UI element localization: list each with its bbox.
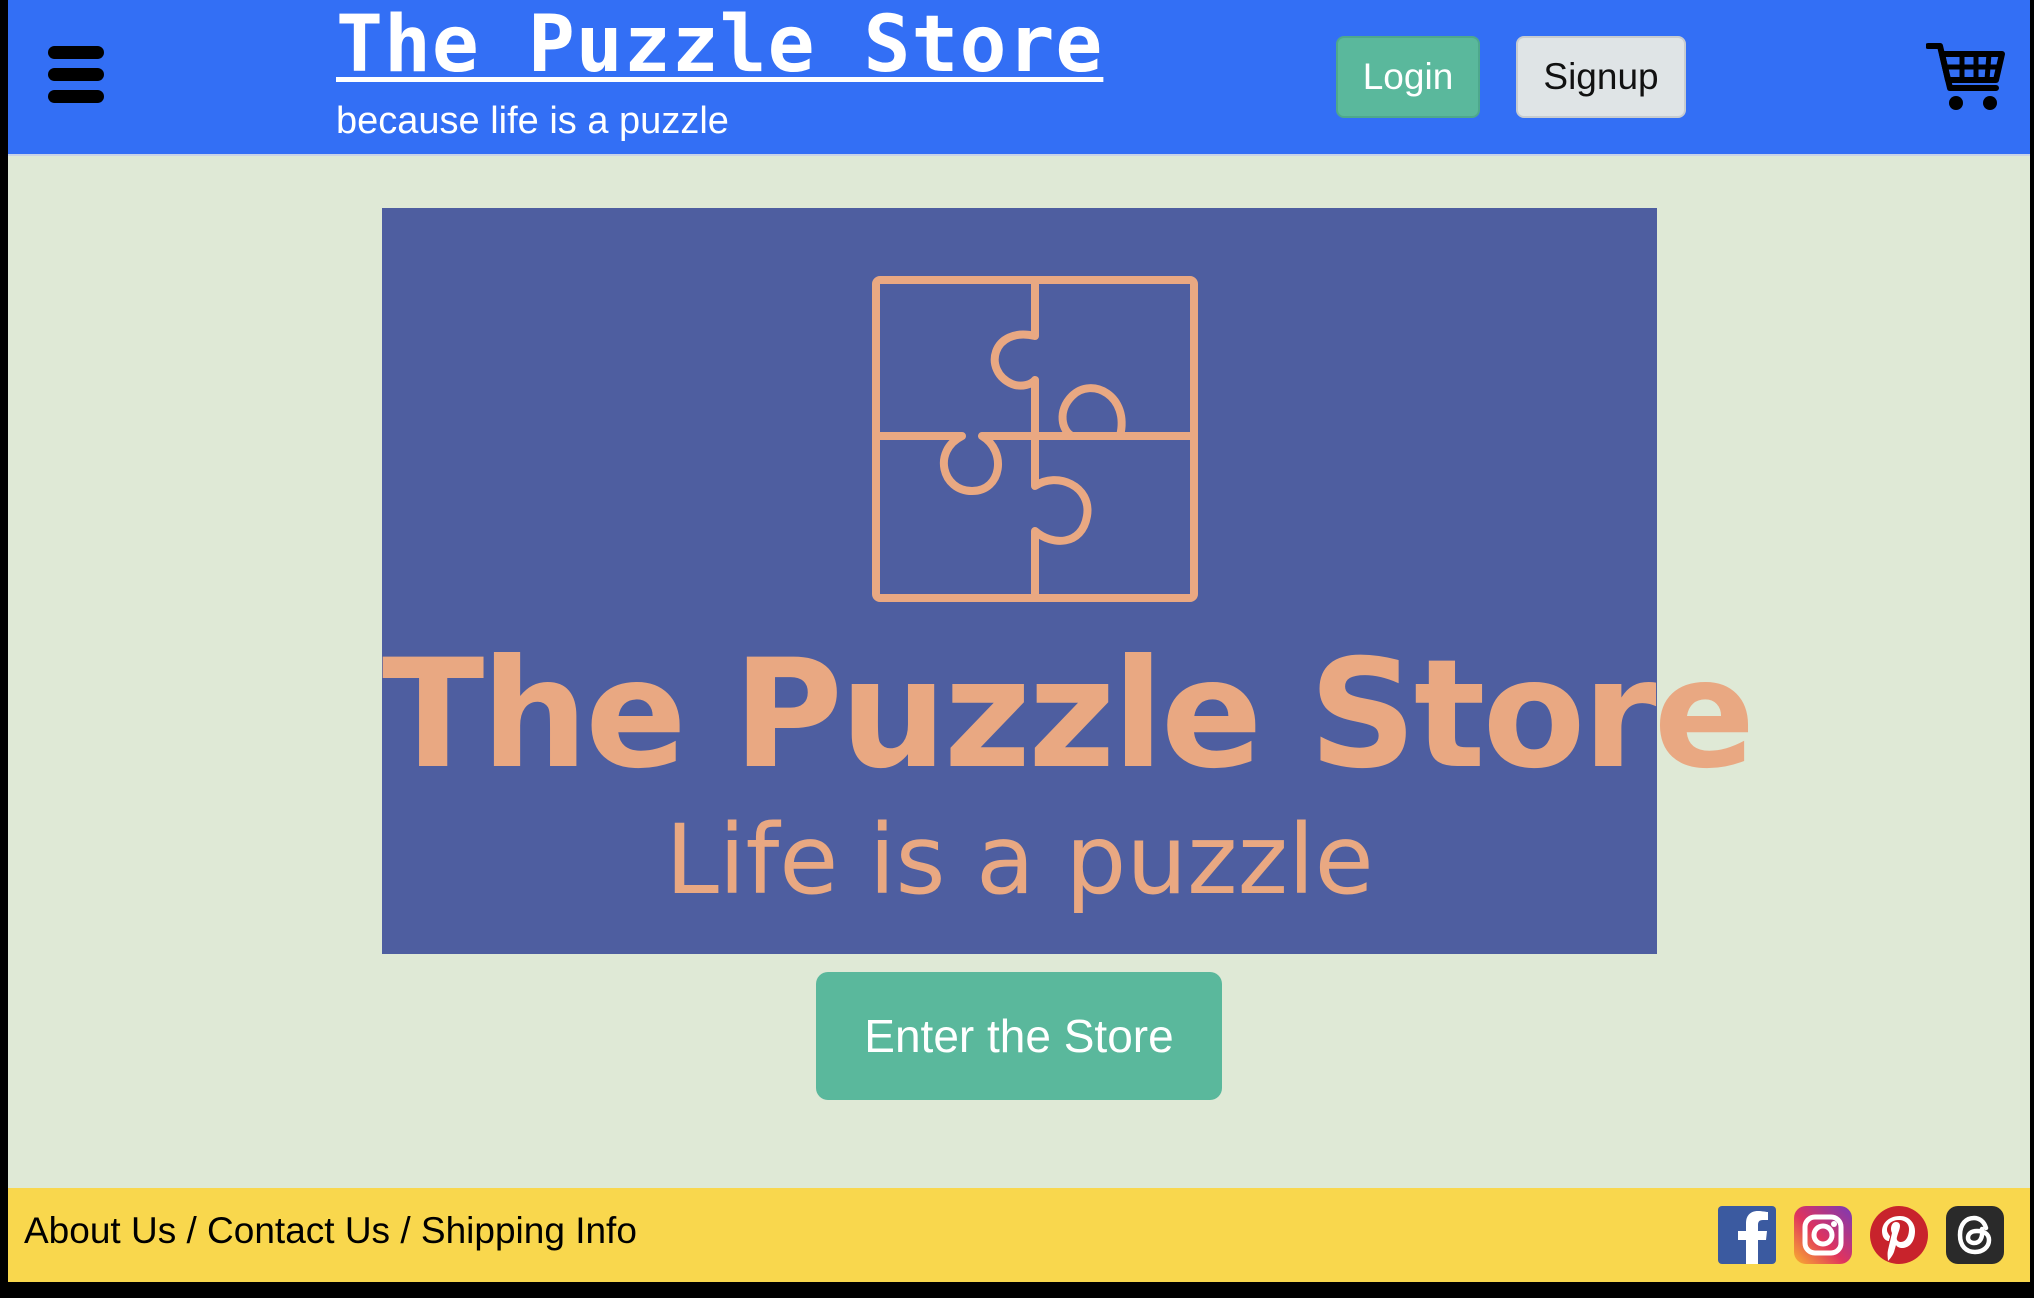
- facebook-icon[interactable]: [1718, 1206, 1776, 1264]
- page: The Puzzle Store because life is a puzzl…: [8, 0, 2030, 1282]
- threads-icon[interactable]: [1946, 1206, 2004, 1264]
- site-footer: About Us / Contact Us / Shipping Info: [8, 1188, 2030, 1282]
- site-title[interactable]: The Puzzle Store: [336, 0, 1103, 90]
- about-us-link[interactable]: About Us: [24, 1210, 176, 1251]
- footer-links: About Us / Contact Us / Shipping Info: [24, 1210, 637, 1252]
- footer-separator: /: [176, 1210, 208, 1251]
- menu-icon[interactable]: [48, 46, 110, 110]
- signup-button[interactable]: Signup: [1516, 36, 1686, 118]
- site-header: The Puzzle Store because life is a puzzl…: [8, 0, 2030, 156]
- footer-separator: /: [390, 1210, 421, 1251]
- shipping-info-link[interactable]: Shipping Info: [421, 1210, 637, 1251]
- instagram-icon[interactable]: [1794, 1206, 1852, 1264]
- enter-store-button[interactable]: Enter the Store: [816, 972, 1222, 1100]
- hero-title: The Puzzle Store: [382, 628, 1755, 802]
- puzzle-logo-icon: [872, 276, 1198, 602]
- pinterest-icon[interactable]: [1870, 1206, 1928, 1264]
- login-button[interactable]: Login: [1336, 36, 1480, 118]
- hero-banner: The Puzzle Store Life is a puzzle: [382, 208, 1755, 954]
- contact-us-link[interactable]: Contact Us: [207, 1210, 390, 1251]
- hero-subtitle: Life is a puzzle: [665, 804, 1374, 916]
- shopping-cart-icon[interactable]: [1925, 40, 2006, 114]
- site-tagline: because life is a puzzle: [336, 100, 729, 142]
